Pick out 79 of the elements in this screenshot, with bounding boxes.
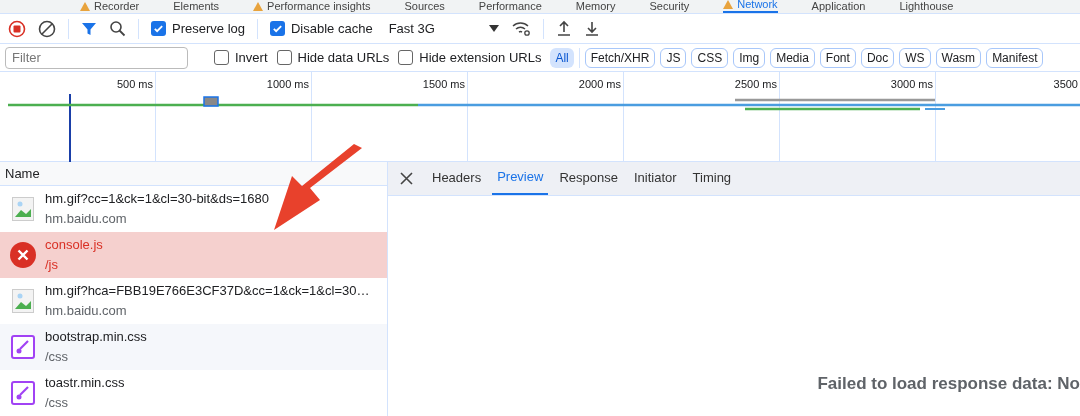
time-tick-label: 3000 ms	[890, 77, 933, 90]
filter-option-checkbox[interactable]: Hide extension URLs	[398, 47, 542, 68]
column-header: Name	[5, 164, 40, 183]
type-filter-chip[interactable]: JS	[660, 47, 687, 68]
search-icon[interactable]	[109, 20, 126, 37]
caret-icon	[488, 25, 499, 32]
type-filter-chip[interactable]: Img	[733, 47, 766, 68]
panel-tab[interactable]: Application	[811, 0, 866, 13]
filter-option-checkbox[interactable]: Invert	[214, 47, 268, 68]
type-filter-chip[interactable]: Wasm	[935, 47, 982, 68]
brush-icon	[11, 381, 35, 405]
close-icon[interactable]	[400, 171, 413, 185]
network-settings-icon[interactable]	[510, 19, 531, 38]
clear-icon[interactable]	[38, 19, 56, 38]
type-filter-chip[interactable]: Font	[819, 47, 856, 68]
disable-cache-checkbox[interactable]: Disable cache	[270, 18, 373, 39]
request-name: console.js	[45, 236, 103, 254]
filter-option-checkbox[interactable]: Hide data URLs	[276, 47, 390, 68]
preserve-log-checkbox[interactable]: Preserve log	[151, 18, 245, 39]
checkbox-label: Hide extension URLs	[419, 48, 542, 67]
image-icon	[12, 197, 34, 221]
request-name: bootstrap.min.css	[45, 328, 147, 346]
stop-recording-icon[interactable]	[8, 19, 26, 38]
checkbox-label: Hide data URLs	[297, 48, 390, 67]
request-path: hm.baidu.com	[45, 302, 128, 320]
request-name: toastr.min.css	[45, 374, 125, 392]
request-path: hm.baidu.com	[45, 210, 128, 228]
checkmark-icon	[272, 23, 283, 34]
checkbox[interactable]	[276, 50, 292, 65]
error-message: Failed to load response data: No	[817, 372, 1080, 395]
panel-tab[interactable]: Memory	[575, 0, 616, 13]
filter-input[interactable]: Filter	[5, 46, 188, 69]
detail-tab[interactable]: Response	[554, 161, 623, 195]
type-filter-chip[interactable]: CSS	[691, 47, 729, 68]
request-path: /css	[45, 394, 70, 412]
time-tick-label: 500 ms	[116, 77, 153, 90]
time-tick-label: 2000 ms	[578, 77, 621, 90]
detail-tab[interactable]: Timing	[687, 161, 737, 195]
filter-icon[interactable]	[81, 20, 97, 37]
panel-tab[interactable]: Lighthouse	[899, 0, 954, 13]
time-tick-label: 2500 ms	[734, 77, 777, 90]
time-tick-label: 1000 ms	[266, 77, 309, 90]
request-name: hm.gif?hca=FBB19E766E3CF37D&cc=1&ck=1&cl=30…	[45, 282, 370, 300]
checkbox[interactable]	[270, 21, 285, 36]
request-row[interactable]: bootstrap.min.css /css	[0, 324, 387, 370]
throttling-dropdown[interactable]: Fast 3G	[388, 18, 499, 39]
type-filter-chip[interactable]: Media	[770, 47, 815, 68]
upload-icon[interactable]	[555, 20, 572, 37]
panel-tab[interactable]: Network	[723, 0, 778, 13]
detail-tab[interactable]: Initiator	[628, 161, 682, 195]
panel-tab[interactable]: Sources	[404, 0, 445, 13]
request-path: /css	[45, 348, 70, 366]
panel-tab[interactable]: Recorder	[80, 0, 140, 13]
checkbox[interactable]	[214, 50, 229, 65]
image-icon	[12, 289, 34, 313]
checkbox[interactable]	[151, 21, 166, 36]
panel-tab[interactable]: Security	[649, 0, 690, 13]
detail-tab[interactable]: Preview	[492, 161, 549, 195]
detail-tab[interactable]: Headers	[427, 161, 487, 195]
checkbox-label: Disable cache	[291, 19, 373, 38]
type-filter-chip[interactable]: Doc	[860, 47, 895, 68]
type-filter-chip[interactable]: All	[550, 47, 574, 68]
panel-tab[interactable]: Performance insights	[253, 0, 371, 13]
panel-tab[interactable]: Performance	[478, 0, 542, 13]
time-tick-label: 3500	[1053, 77, 1078, 90]
checkbox-label: Preserve log	[172, 19, 245, 38]
type-filter-chip[interactable]: Manifest	[986, 47, 1044, 68]
brush-icon	[11, 335, 35, 359]
type-filter-chip[interactable]: WS	[899, 47, 931, 68]
request-name: hm.gif?cc=1&ck=1&cl=30-bit&ds=1680	[45, 190, 270, 208]
checkmark-icon	[153, 23, 164, 34]
request-path: /js	[45, 256, 59, 274]
type-filter-chip[interactable]: Fetch/XHR	[584, 47, 656, 68]
checkbox-label: Invert	[235, 48, 268, 67]
error-icon	[10, 242, 36, 268]
download-icon[interactable]	[583, 20, 600, 37]
checkbox[interactable]	[398, 50, 414, 65]
time-tick-label: 1500 ms	[422, 77, 465, 90]
panel-tab[interactable]: Elements	[173, 0, 220, 13]
